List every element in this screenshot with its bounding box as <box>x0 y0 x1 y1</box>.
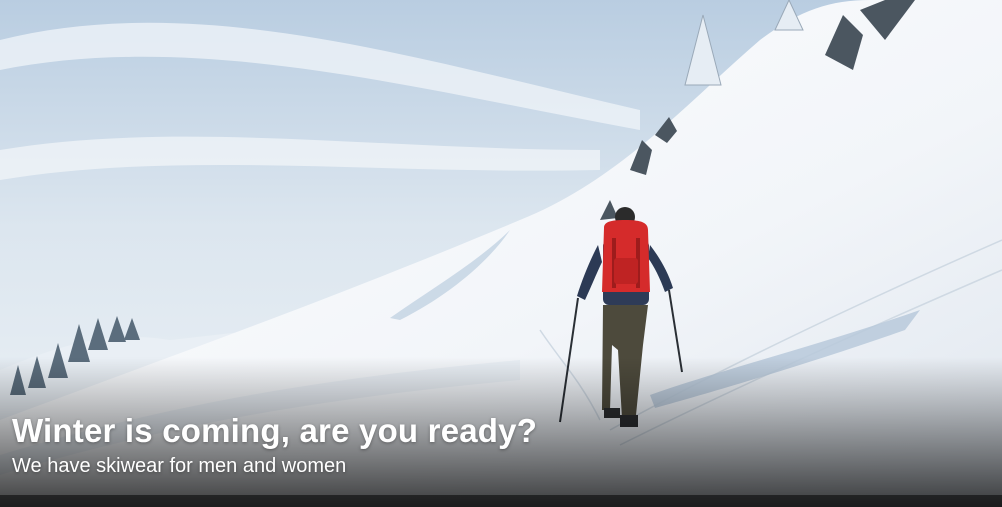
backpack-pocket <box>614 258 638 284</box>
caption: Winter is coming, are you ready? We have… <box>12 411 537 479</box>
banner-headline: Winter is coming, are you ready? <box>12 412 538 449</box>
banner-subheadline: We have skiwear for men and women <box>12 455 347 477</box>
hero-banner[interactable]: Winter is coming, are you ready? We have… <box>0 0 1002 507</box>
